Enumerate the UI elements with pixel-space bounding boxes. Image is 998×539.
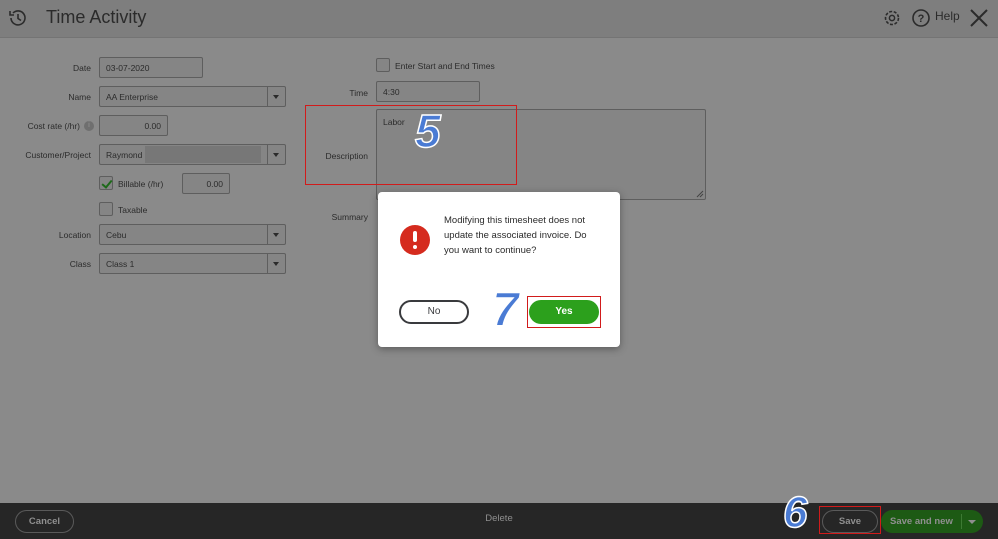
start-end-times-label: Enter Start and End Times [395, 61, 495, 71]
description-highlight-box [305, 105, 517, 185]
billable-checkbox[interactable] [99, 176, 113, 190]
date-field[interactable]: 03-07-2020 [99, 57, 203, 78]
taxable-label: Taxable [118, 205, 148, 215]
chevron-down-icon[interactable] [267, 254, 285, 273]
svg-text:?: ? [918, 13, 925, 25]
customer-project-select[interactable]: Raymond [99, 144, 286, 165]
save-and-new-label: Save and new [890, 516, 953, 527]
step-7-label: 7 [491, 284, 519, 337]
cost-rate-label: Cost rate (/hr) [27, 121, 80, 131]
billable-label: Billable (/hr) [118, 179, 164, 189]
time-field[interactable]: 4:30 [376, 81, 480, 102]
delete-button[interactable]: Delete [470, 513, 528, 524]
class-value: Class 1 [106, 259, 135, 269]
summary-label: Summary [331, 212, 368, 222]
page-title: Time Activity [46, 7, 147, 27]
date-label: Date [73, 63, 91, 73]
redacted-block [145, 146, 261, 163]
step-5-label: 5 [414, 105, 441, 157]
help-label[interactable]: Help [935, 9, 960, 23]
yes-highlight-box [527, 296, 601, 328]
location-select[interactable]: Cebu [99, 224, 286, 245]
class-label: Class [69, 259, 91, 269]
location-label: Location [58, 230, 91, 240]
info-icon[interactable]: i [84, 121, 94, 131]
billable-rate-field[interactable]: 0.00 [182, 173, 230, 194]
cost-rate-field[interactable]: 0.00 [99, 115, 168, 136]
save-and-new-button[interactable]: Save and new [881, 510, 983, 533]
name-label: Name [68, 92, 91, 102]
step-6-label: 6 [782, 488, 808, 537]
customer-project-label: Customer/Project [25, 150, 91, 160]
save-highlight-box [819, 506, 881, 534]
gear-icon[interactable] [881, 7, 903, 29]
close-icon[interactable] [968, 7, 990, 29]
name-value: AA Enterprise [106, 92, 158, 102]
help-icon[interactable]: ? [910, 7, 932, 29]
chevron-down-icon[interactable] [267, 87, 285, 106]
time-label: Time [349, 88, 368, 98]
button-divider [961, 514, 962, 529]
recent-transactions-icon[interactable] [7, 7, 29, 29]
page-header: Time Activity ? Help [0, 0, 998, 38]
chevron-down-icon[interactable] [267, 225, 285, 244]
cancel-button[interactable]: Cancel [15, 510, 74, 533]
class-select[interactable]: Class 1 [99, 253, 286, 274]
resize-grip-icon[interactable] [696, 190, 704, 198]
chevron-down-icon[interactable] [267, 145, 285, 164]
customer-project-value: Raymond [106, 150, 143, 160]
start-end-times-checkbox[interactable] [376, 58, 390, 72]
no-button[interactable]: No [399, 300, 469, 324]
name-select[interactable]: AA Enterprise [99, 86, 286, 107]
alert-icon [400, 225, 430, 255]
chevron-down-icon[interactable] [968, 520, 976, 524]
location-value: Cebu [106, 230, 127, 240]
dialog-message: Modifying this timesheet does not update… [444, 215, 587, 256]
taxable-checkbox[interactable] [99, 202, 113, 216]
